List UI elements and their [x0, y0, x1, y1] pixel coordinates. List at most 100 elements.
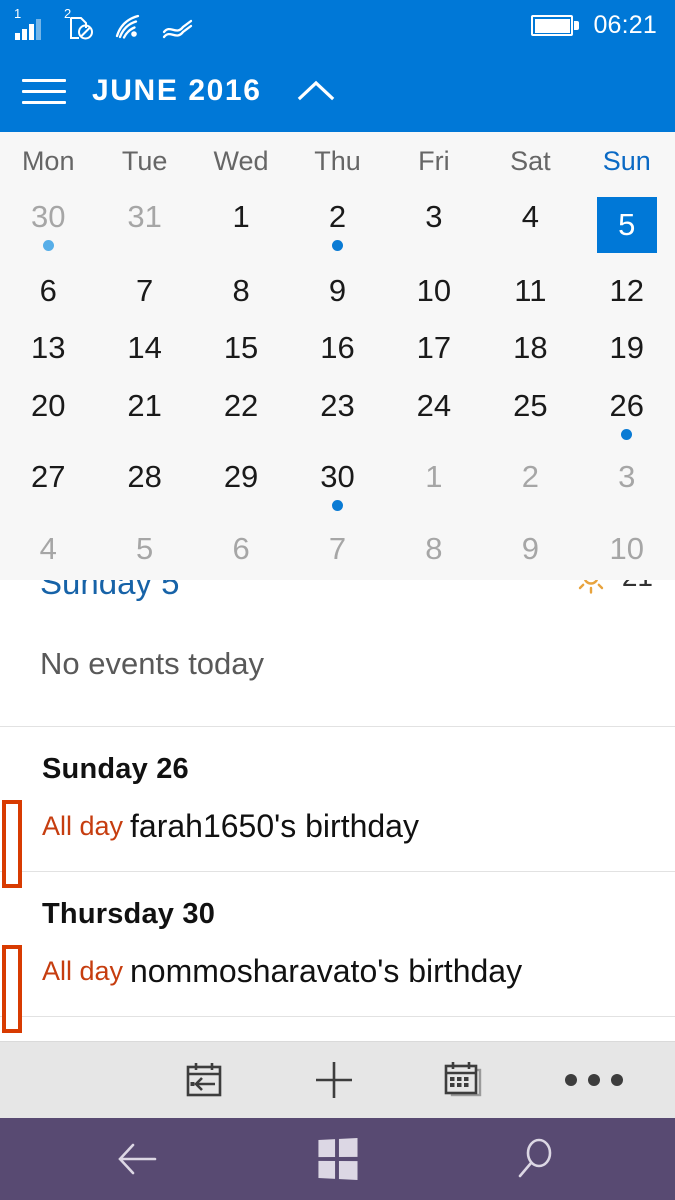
calendar-day-cell[interactable]: 8 [386, 523, 482, 581]
calendar-day-cell[interactable]: 10 [579, 523, 675, 581]
calendar-day-cell[interactable]: 20 [0, 380, 96, 452]
calendar-day-cell[interactable]: 19 [579, 322, 675, 380]
calendar-day-number: 20 [30, 387, 66, 423]
event-dot-indicator [621, 428, 633, 440]
calendar-day-cell[interactable]: 21 [96, 380, 192, 452]
agenda-list[interactable]: Sunday 5 No events today Sunday 26 All d… [0, 580, 675, 1041]
back-button[interactable] [84, 1118, 194, 1200]
search-icon [518, 1138, 552, 1178]
month-view-icon [444, 1062, 481, 1097]
calendar-day-cell[interactable]: 30 [0, 191, 96, 265]
calendar-day-cell[interactable]: 17 [386, 322, 482, 380]
calendar-day-cell[interactable]: 5 [579, 191, 675, 265]
weather-temperature: 21 [622, 580, 653, 593]
calendar-day-cell[interactable]: 22 [193, 380, 289, 452]
search-button[interactable] [481, 1118, 591, 1200]
calendar-day-cell[interactable]: 11 [482, 265, 578, 323]
calendar-day-cell[interactable]: 15 [193, 322, 289, 380]
agenda-event-row[interactable]: All day nommosharavato's birthday [0, 931, 675, 1033]
calendar-day-cell[interactable]: 28 [96, 451, 192, 523]
calendar-day-cell[interactable]: 6 [193, 523, 289, 581]
wifi-icon [114, 10, 148, 42]
plus-icon [315, 1062, 352, 1098]
event-color-bar [2, 800, 22, 888]
calendar-day-cell[interactable]: 18 [482, 322, 578, 380]
calendar-day-cell[interactable]: 13 [0, 322, 96, 380]
calendar-day-cell[interactable]: 3 [579, 451, 675, 523]
calendar-day-cell[interactable]: 4 [482, 191, 578, 265]
hamburger-icon[interactable] [22, 76, 66, 106]
weekday-label-sun: Sun [602, 146, 651, 176]
windows-logo-icon [318, 1137, 358, 1181]
calendar-day-number: 31 [127, 199, 162, 234]
agenda-day-group: Thursday 30 All day nommosharavato's birth… [0, 872, 675, 1033]
calendar-day-cell[interactable]: 16 [289, 322, 385, 380]
calendar-day-cell[interactable]: 6 [0, 265, 96, 323]
calendar-day-number: 13 [30, 330, 66, 365]
calendar-day-cell[interactable]: 7 [96, 265, 192, 323]
calendar-day-cell[interactable]: 14 [96, 322, 192, 380]
calendar-day-number: 4 [39, 530, 57, 566]
calendar-day-cell[interactable]: 29 [193, 451, 289, 523]
calendar-day-cell[interactable]: 7 [289, 523, 385, 581]
weekday-label-wed: Wed [213, 146, 269, 176]
calendar-day-number: 25 [513, 387, 548, 423]
calendar-day-number: 22 [223, 387, 259, 423]
calendar-day-cell[interactable]: 3 [386, 191, 482, 265]
back-arrow-icon [118, 1143, 157, 1175]
start-button[interactable] [282, 1118, 392, 1200]
calendar-day-number: 21 [127, 387, 162, 423]
calendar-day-number: 5 [596, 197, 657, 253]
calendar-day-number: 9 [521, 530, 539, 566]
calendar-day-cell[interactable]: 26 [579, 380, 675, 452]
system-nav-bar [0, 1118, 675, 1200]
chevron-up-icon[interactable] [294, 69, 338, 113]
event-title: nommosharavato's birthday [130, 953, 523, 989]
calendar-day-number: 10 [416, 272, 452, 308]
calendar-day-cell[interactable]: 5 [96, 523, 192, 581]
calendar-day-number: 1 [425, 459, 443, 494]
event-title: farah1650's birthday [130, 808, 419, 844]
weekday-header-row: Mon Tue Wed Thu Fri Sat Sun [0, 134, 675, 191]
calendar-day-cell[interactable]: 9 [289, 265, 385, 323]
calendar-day-cell[interactable]: 25 [482, 380, 578, 452]
calendar-day-cell[interactable]: 2 [482, 451, 578, 523]
event-dot-indicator [331, 500, 343, 511]
agenda-today-header[interactable]: Sunday 5 [0, 580, 675, 602]
calendar-day-cell[interactable]: 1 [193, 191, 289, 265]
calendar-day-cell[interactable]: 27 [0, 451, 96, 523]
calendar-day-cell[interactable]: 1 [386, 451, 482, 523]
more-button[interactable] [529, 1042, 659, 1118]
weekday-label-thu: Thu [314, 146, 361, 176]
event-color-bar [2, 945, 22, 1033]
calendar-day-number: 8 [232, 272, 250, 308]
calendar-day-cell[interactable]: 30 [289, 451, 385, 523]
calendar-day-cell[interactable]: 2 [289, 191, 385, 265]
calendar-day-cell[interactable]: 4 [0, 523, 96, 581]
calendar-day-number: 9 [328, 272, 347, 308]
weather-summary: 21 [574, 580, 653, 594]
calendar-day-cell[interactable]: 23 [289, 380, 385, 452]
new-event-button[interactable] [269, 1042, 399, 1118]
sim2-no-service-icon: 2 [64, 7, 100, 42]
day-grid[interactable]: 30 31 1 2 3 4 5 6 7 8 9 10 11 12 13 14 15 16 17 18 19 20 21 22 2… [0, 191, 675, 580]
calendar-day-cell[interactable]: 31 [96, 191, 192, 265]
calendar-day-number: 6 [39, 272, 57, 308]
calendar-day-cell[interactable]: 10 [386, 265, 482, 323]
page-title[interactable]: JUNE 2016 [92, 74, 262, 108]
go-to-today-button[interactable] [139, 1042, 269, 1118]
calendar-day-number: 30 [30, 199, 66, 234]
calendar-day-number: 28 [127, 459, 162, 494]
month-view-button[interactable] [399, 1042, 529, 1118]
calendar-day-cell[interactable]: 24 [386, 380, 482, 452]
calendar-day-cell[interactable]: 12 [579, 265, 675, 323]
calendar-day-cell[interactable]: 8 [193, 265, 289, 323]
app-command-bar [0, 1041, 675, 1118]
calendar-day-number: 19 [609, 330, 645, 365]
calendar-day-cell[interactable]: 9 [482, 523, 578, 581]
calendar-day-number: 16 [320, 330, 355, 365]
calendar-day-number: 30 [320, 459, 355, 494]
month-calendar[interactable]: Mon Tue Wed Thu Fri Sat Sun 30 31 1 2 3 4 5 6 7 8 9 10 11 1… [0, 132, 675, 580]
data-waves-icon [162, 10, 196, 42]
agenda-event-row[interactable]: All day farah1650's birthday [0, 786, 675, 888]
